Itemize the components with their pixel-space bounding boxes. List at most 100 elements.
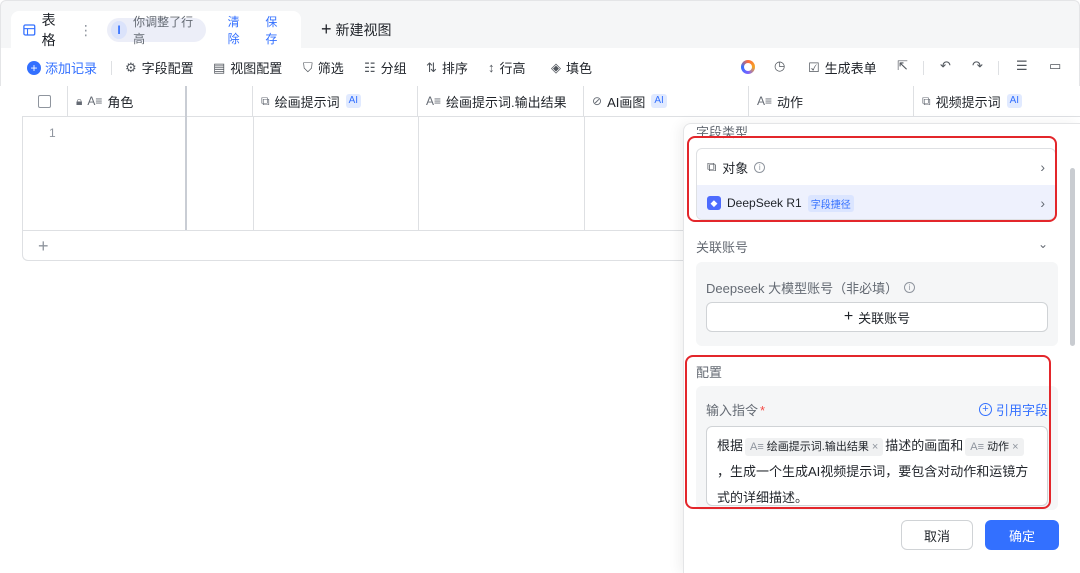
- chip-label: 动作: [987, 441, 1010, 453]
- column-header-label: 动作: [777, 94, 804, 110]
- share-button[interactable]: ⇱: [897, 58, 913, 74]
- group-icon: ☷: [364, 59, 376, 75]
- tab-table-view[interactable]: 表格 ⋮ I 你调整了行高 清除 保存: [11, 11, 301, 49]
- link-account-label: 关联账号: [858, 310, 911, 326]
- fill-color-button[interactable]: ◈ 填色: [551, 58, 592, 77]
- panel-scrollbar[interactable]: [1070, 168, 1075, 346]
- select-all-header[interactable]: [22, 86, 68, 117]
- row-number: 1: [49, 126, 56, 140]
- sort-label: 排序: [441, 61, 468, 76]
- more-options-icon[interactable]: ⋮: [79, 22, 93, 39]
- chevron-right-icon: ›: [1040, 159, 1045, 175]
- sort-button[interactable]: ⇅ 排序: [426, 58, 468, 77]
- ai-badge: AI: [651, 94, 667, 108]
- row-height-icon: I: [110, 21, 128, 39]
- close-icon[interactable]: ×: [1012, 441, 1018, 453]
- column-header-label: 视频提示词: [935, 94, 1001, 110]
- column-header-label: 绘画提示词: [274, 94, 340, 110]
- filter-label: 筛选: [317, 61, 344, 76]
- row-height-button[interactable]: ↕ 行高: [488, 58, 526, 77]
- add-record-button[interactable]: + 添加记录: [27, 58, 97, 77]
- column-divider: [418, 117, 419, 230]
- text-field-icon: A≡: [757, 94, 773, 108]
- text-field-icon: A≡: [750, 441, 764, 453]
- column-header-drawing-prompt[interactable]: ⧉ 绘画提示词 AI: [253, 86, 418, 117]
- field-type-selector: ⧉ 对象 i › ◆ DeepSeek R1 字段捷径 ›: [696, 148, 1056, 220]
- view-config-button[interactable]: ▤ 视图配置: [213, 58, 282, 77]
- close-icon[interactable]: ×: [872, 441, 878, 453]
- attachment-icon: ⊘: [592, 94, 603, 108]
- chevron-down-icon[interactable]: ⌄: [1038, 237, 1048, 251]
- field-reference-chip[interactable]: A≡ 绘画提示词.输出结果 ×: [745, 438, 884, 456]
- divider: [998, 61, 999, 75]
- generate-form-button[interactable]: ☑ 生成表单: [808, 58, 877, 77]
- confirm-button[interactable]: 确定: [985, 520, 1059, 550]
- chip-label: 绘画提示词.输出结果: [766, 441, 869, 453]
- field-config-panel: 字段类型 ⧉ 对象 i › ◆ DeepSeek R1 字段捷径 › 关联账号 …: [683, 123, 1080, 573]
- column-header-ai-image[interactable]: ⊘ AI画图 AI: [584, 86, 749, 117]
- view-tab-bar: 表格 ⋮ I 你调整了行高 清除 保存 + 新建视图: [0, 0, 1080, 49]
- table-icon: [23, 24, 36, 36]
- view-config-label: 视图配置: [230, 61, 283, 76]
- command-label-row: 输入指令 *: [706, 400, 765, 419]
- filter-button[interactable]: ⛉ 筛选: [303, 58, 344, 77]
- plus-icon: +: [843, 308, 854, 325]
- field-type-deepseek-option[interactable]: ◆ DeepSeek R1 字段捷径 ›: [697, 185, 1055, 219]
- link-account-button[interactable]: + 关联账号: [706, 302, 1048, 332]
- add-record-label: 添加记录: [45, 61, 98, 76]
- ai-assistant-button[interactable]: [741, 60, 755, 74]
- column-header-label: 角色: [107, 94, 134, 110]
- filter-icon: ⛉: [303, 59, 313, 75]
- redo-button[interactable]: ↷: [972, 58, 988, 74]
- gear-icon: ⚙: [125, 59, 137, 75]
- shortcut-badge: 字段捷径: [807, 194, 854, 212]
- column-header-action[interactable]: A≡ 动作: [749, 86, 914, 117]
- command-text-part: 描述的画面和: [885, 438, 964, 453]
- info-icon[interactable]: i: [904, 282, 916, 293]
- cancel-button[interactable]: 取消: [901, 520, 973, 550]
- column-header-label: 绘画提示词.输出结果: [446, 94, 567, 110]
- column-header-role[interactable]: 🔒︎ A≡ 角色: [68, 86, 185, 117]
- plus-icon: +: [321, 19, 332, 39]
- field-type-object-label: 对象: [722, 160, 749, 176]
- toolbar: + 添加记录 ⚙ 字段配置 ▤ 视图配置 ⛉ 筛选 ☷ 分组 ⇅ 排序 ↕ 行高…: [0, 48, 1080, 86]
- select-all-checkbox[interactable]: [38, 94, 51, 108]
- column-header-hidden[interactable]: ı: [187, 86, 253, 117]
- column-header-label: AI画图: [607, 94, 646, 110]
- share-icon: ⇱: [897, 58, 908, 73]
- form-icon: ☑: [808, 59, 820, 75]
- required-mark: *: [760, 403, 766, 418]
- comment-icon: ▭: [1049, 58, 1062, 73]
- group-button[interactable]: ☷ 分组: [364, 58, 407, 77]
- field-reference-chip[interactable]: A≡ 动作 ×: [965, 438, 1024, 456]
- column-divider: [253, 117, 254, 230]
- plus-circle-icon: +: [978, 403, 992, 416]
- save-button[interactable]: 保存: [265, 13, 287, 47]
- account-box: Deepseek 大模型账号（非必填） i + 关联账号: [696, 262, 1058, 346]
- clear-button[interactable]: 清除: [228, 13, 250, 47]
- ai-badge: AI: [345, 94, 362, 108]
- comment-button[interactable]: ▭: [1049, 58, 1066, 74]
- column-header-drawing-output[interactable]: A≡ 绘画提示词.输出结果: [418, 86, 584, 117]
- row-height-label: 行高: [499, 61, 526, 76]
- change-status-pill: I 你调整了行高: [106, 15, 206, 46]
- text-field-icon: A≡: [426, 94, 442, 108]
- history-button[interactable]: ◷: [774, 58, 790, 74]
- command-input[interactable]: 根据 A≡ 绘画提示词.输出结果 × 描述的画面和 A≡ 动作 ×，生成一个生成AI视频提示词…: [706, 426, 1048, 506]
- deepseek-logo-icon: ◆: [707, 196, 721, 210]
- generate-form-label: 生成表单: [824, 61, 877, 76]
- column-header-video-prompt[interactable]: ⧉ 视频提示词 AI: [914, 86, 1080, 117]
- undo-button[interactable]: ↶: [940, 58, 956, 74]
- search-button[interactable]: ☰: [1016, 58, 1033, 74]
- divider: [923, 61, 924, 75]
- tab-label: 表格: [41, 12, 56, 48]
- field-type-object-option[interactable]: ⧉ 对象 i ›: [697, 149, 1055, 185]
- field-config-button[interactable]: ⚙ 字段配置: [125, 58, 194, 77]
- command-box: 输入指令 * + 引用字段 根据 A≡ 绘画提示词.输出结果 × 描述的画面和 A≡ 动作 ×，…: [696, 386, 1058, 510]
- reference-field-button[interactable]: + 引用字段: [978, 400, 1048, 419]
- frozen-column-divider: [185, 86, 187, 230]
- text-field-icon: A≡: [970, 441, 985, 453]
- new-view-button[interactable]: + 新建视图: [321, 19, 392, 40]
- info-icon[interactable]: i: [754, 161, 766, 173]
- add-row-button[interactable]: +: [38, 236, 49, 257]
